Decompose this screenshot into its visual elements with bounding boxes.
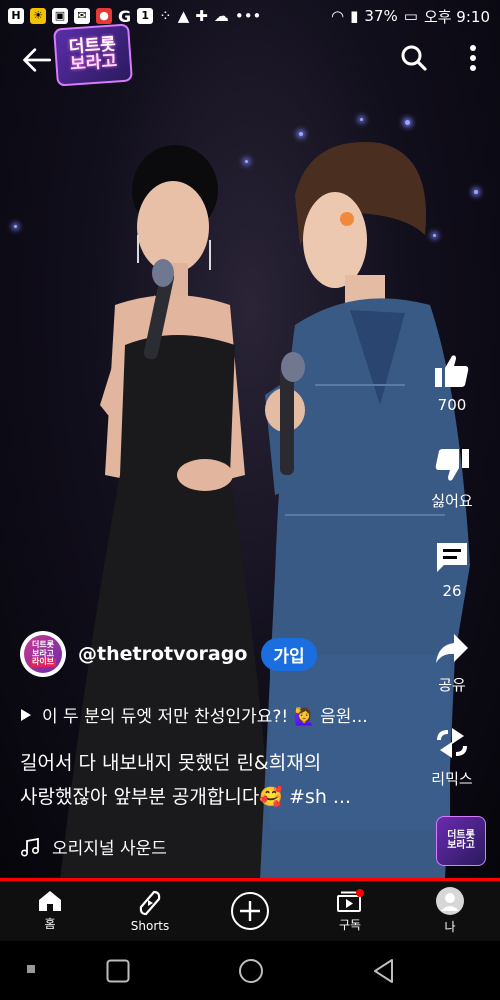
remix-icon xyxy=(437,728,467,758)
nav-shorts[interactable]: Shorts xyxy=(100,881,200,941)
comments-button[interactable]: 26 xyxy=(416,540,488,600)
caption-line2: 사랑했잖아 앞부분 공개합니다🥰 #sh ... xyxy=(20,786,352,808)
nav-label: 홈 xyxy=(44,917,56,931)
signal-icon: ▮ xyxy=(350,7,359,25)
play-icon xyxy=(21,708,31,721)
crab-icon: ● xyxy=(96,8,112,24)
like-button[interactable]: 700 xyxy=(416,354,488,414)
channel-row: 더트롯 보라고 라이브 @thetrotvorago 가입 xyxy=(20,631,317,677)
channel-logo: 더트롯 보라고 xyxy=(53,23,133,87)
logo-line2: 보라고 xyxy=(69,51,118,75)
recent-apps-icon[interactable] xyxy=(106,959,130,983)
battery-icon: ▭ xyxy=(403,7,418,25)
caption-line1: 길어서 다 내보내지 못했던 린&희재의 xyxy=(20,752,322,774)
image-icon: ▣ xyxy=(52,8,68,24)
mail-icon: ✉ xyxy=(74,8,90,24)
nav-label: 구독 xyxy=(338,918,362,932)
like-count: 700 xyxy=(437,396,467,414)
stage-light xyxy=(474,190,478,194)
related-video-text: 이 두 분의 듀엣 저만 찬성인가요?! 🙋‍♀️ 음원... xyxy=(42,707,368,727)
nav-create[interactable] xyxy=(200,881,300,941)
share-label: 공유 xyxy=(438,676,466,694)
back-triangle-icon[interactable] xyxy=(372,958,394,984)
search-icon[interactable] xyxy=(400,44,428,72)
g-icon: G xyxy=(118,6,132,26)
nav-profile[interactable]: 나 xyxy=(400,881,500,941)
battery-percent: 37% xyxy=(364,7,398,25)
dislike-label: 싫어요 xyxy=(431,492,473,510)
recent-apps-small-icon[interactable] xyxy=(27,965,35,973)
clock: 오후 9:10 xyxy=(423,7,490,26)
dislike-button[interactable]: 싫어요 xyxy=(416,448,488,511)
sound-link[interactable]: 오리지널 사운드 xyxy=(20,834,167,859)
channel-handle[interactable]: @thetrotvorago xyxy=(78,643,247,665)
cloud-icon: ☁ xyxy=(213,7,229,25)
nav-label: Shorts xyxy=(130,918,170,933)
sound-label: 오리지널 사운드 xyxy=(52,839,167,859)
create-icon xyxy=(231,892,269,930)
comment-icon xyxy=(437,543,467,572)
more-dots-icon: ••• xyxy=(234,7,262,25)
related-video-link[interactable]: 이 두 분의 듀엣 저만 찬성인가요?! 🙋‍♀️ 음원... xyxy=(20,702,368,727)
stage-light xyxy=(405,120,410,125)
sun-badge-icon: ☀ xyxy=(30,8,46,24)
channel-avatar[interactable]: 더트롯 보라고 라이브 xyxy=(20,631,66,677)
subscriptions-icon xyxy=(337,889,364,912)
nav-label: 나 xyxy=(444,920,456,934)
thumbs-up-icon xyxy=(435,355,469,387)
subscribe-button[interactable]: 가입 xyxy=(261,637,317,671)
plus-icon: ✚ xyxy=(195,7,208,25)
nav-subscriptions[interactable]: 구독 xyxy=(300,881,400,941)
more-vert-icon[interactable] xyxy=(468,44,478,72)
comment-count: 26 xyxy=(442,582,462,600)
thumb-line2: 보라고 xyxy=(447,840,475,851)
one-badge-icon: 1 xyxy=(137,8,154,24)
nav-home[interactable]: 홈 xyxy=(0,881,100,941)
h-badge-icon: H xyxy=(8,8,24,24)
warning-icon: ▲ xyxy=(177,7,190,25)
music-note-icon xyxy=(20,837,40,857)
sound-thumbnail[interactable]: 더트롯 보라고 xyxy=(436,816,486,866)
wifi-icon: ◠ xyxy=(331,7,345,25)
remix-button[interactable]: 리믹스 xyxy=(416,726,488,789)
live-tag: 라이브 xyxy=(29,657,57,667)
bottom-nav: 홈 Shorts 구독 나 xyxy=(0,881,500,941)
back-arrow-icon[interactable] xyxy=(20,44,52,76)
home-icon xyxy=(39,891,61,911)
system-nav-bar xyxy=(0,941,500,1000)
remix-label: 리믹스 xyxy=(431,770,473,788)
shorts-icon xyxy=(139,890,161,915)
share-icon xyxy=(436,634,468,663)
stage-light xyxy=(360,118,363,121)
profile-icon xyxy=(436,887,464,915)
thumbs-down-icon xyxy=(435,449,469,481)
stage-light xyxy=(14,225,17,228)
home-circle-icon[interactable] xyxy=(238,958,264,984)
share-button[interactable]: 공유 xyxy=(416,632,488,695)
dots-icon: ⁘ xyxy=(159,7,172,25)
video-caption[interactable]: 길어서 다 내보내지 못했던 린&희재의 사랑했잖아 앞부분 공개합니다🥰 #s… xyxy=(20,746,420,814)
